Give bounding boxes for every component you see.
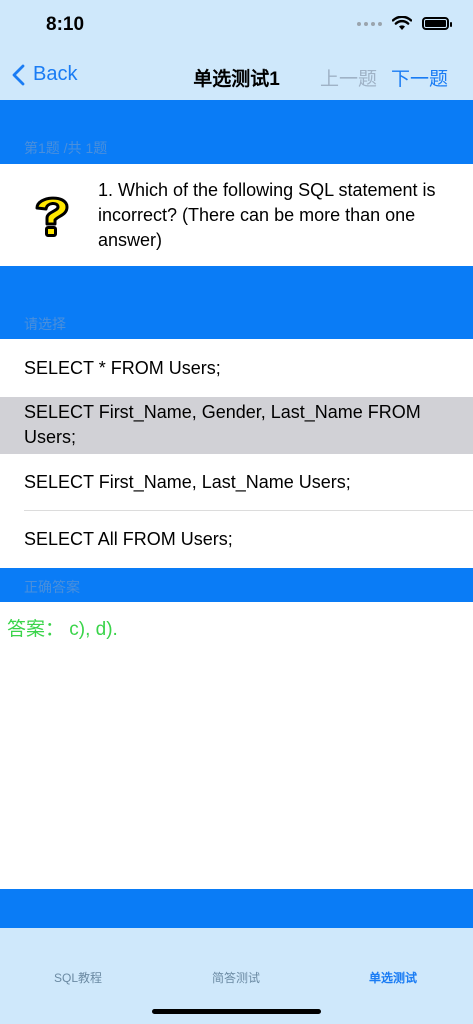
option-a[interactable]: SELECT * FROM Users;	[0, 339, 473, 397]
back-label: Back	[33, 63, 78, 85]
option-d[interactable]: SELECT All FROM Users;	[0, 511, 473, 568]
option-label: SELECT * FROM Users;	[24, 358, 221, 378]
next-question-button[interactable]: 下一题	[391, 64, 448, 91]
battery-icon	[422, 17, 452, 30]
options-section-header: 请选择	[0, 266, 473, 339]
answer-section-label: 正确答案	[24, 579, 80, 595]
footer-band	[0, 889, 473, 928]
option-c[interactable]: SELECT First_Name, Last_Name Users;	[0, 454, 473, 511]
tab-short-answer-test[interactable]: 简答测试	[176, 969, 296, 986]
chevron-left-icon	[12, 64, 25, 85]
question-text: 1. Which of the following SQL statement …	[98, 180, 436, 250]
question-counter: 第1题 /共 1题	[24, 140, 108, 156]
question-section-header: 第1题 /共 1题	[0, 100, 473, 164]
tab-single-choice-test[interactable]: 单选测试	[333, 969, 453, 986]
options-section-label: 请选择	[24, 316, 66, 332]
wifi-icon	[392, 16, 412, 30]
answer-section-header: 正确答案	[0, 568, 473, 602]
previous-question-button[interactable]: 上一题	[320, 64, 377, 91]
back-button[interactable]: Back	[12, 63, 77, 86]
navigation-bar: Back 单选测试1 上一题 下一题	[0, 50, 473, 100]
status-time: 8:10	[46, 14, 85, 35]
status-bar: 8:10	[0, 0, 473, 50]
cellular-signal-icon	[357, 21, 382, 26]
option-b[interactable]: SELECT First_Name, Gender, Last_Name FRO…	[0, 397, 473, 454]
status-icons	[357, 16, 452, 31]
option-label: SELECT First_Name, Gender, Last_Name FRO…	[24, 402, 421, 447]
home-indicator	[152, 1009, 321, 1014]
option-label: SELECT First_Name, Last_Name Users;	[24, 472, 351, 492]
option-label: SELECT All FROM Users;	[24, 529, 233, 549]
question-mark-icon	[35, 196, 69, 237]
tab-sql-tutorial[interactable]: SQL教程	[18, 969, 138, 986]
answer-text: 答案： c), d).	[7, 619, 118, 640]
